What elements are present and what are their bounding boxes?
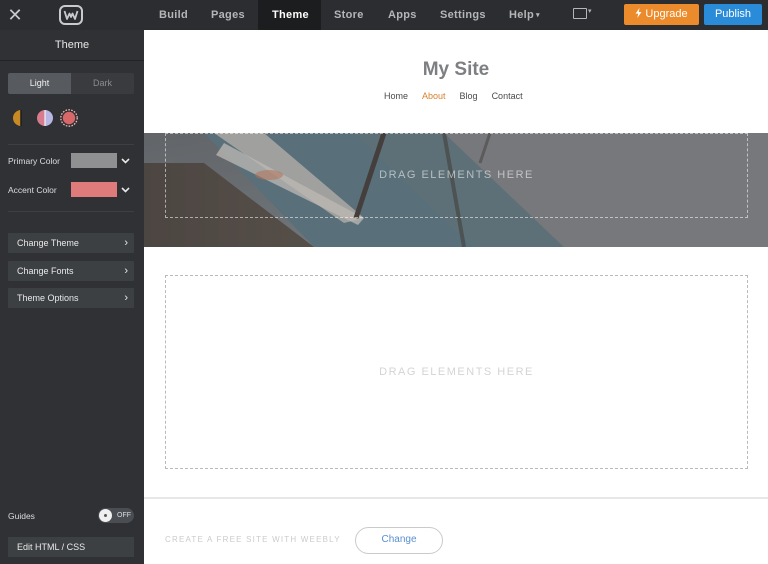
- guides-label: Guides: [8, 511, 35, 521]
- primary-color-select[interactable]: [71, 153, 134, 168]
- nav-theme[interactable]: Theme: [258, 0, 321, 30]
- theme-sidebar: Theme Light Dark Primary Color Accent Co…: [0, 30, 144, 564]
- change-fonts-label: Change Fonts: [17, 266, 74, 276]
- content-drop-text: DRAG ELEMENTS HERE: [379, 366, 534, 378]
- primary-color-chip: [71, 153, 117, 168]
- accent-color-label: Accent Color: [8, 185, 57, 195]
- site-title[interactable]: My Site: [144, 59, 768, 81]
- palette-swatch-coral[interactable]: [60, 109, 78, 127]
- dark-mode-button[interactable]: Dark: [71, 73, 134, 94]
- site-canvas: My Site Home About Blog Contact DRAG ELE…: [144, 30, 768, 564]
- upgrade-button[interactable]: Upgrade: [624, 4, 699, 25]
- nav-build[interactable]: Build: [146, 0, 198, 30]
- theme-options-label: Theme Options: [17, 293, 79, 303]
- nav-pages[interactable]: Pages: [198, 0, 258, 30]
- top-toolbar: ✕ Build Pages Theme Store Apps Settings …: [0, 0, 768, 30]
- nav-settings[interactable]: Settings: [430, 0, 500, 30]
- chevron-right-icon: ›: [124, 265, 128, 277]
- change-theme-label: Change Theme: [17, 238, 79, 248]
- site-nav-home[interactable]: Home: [384, 91, 408, 101]
- lightning-icon: [635, 8, 642, 18]
- theme-options-button[interactable]: Theme Options ›: [8, 288, 134, 308]
- accent-color-select[interactable]: [71, 182, 134, 197]
- footer-text: CREATE A FREE SITE WITH WEEBLY: [165, 535, 341, 544]
- guides-state: OFF: [117, 512, 131, 519]
- primary-color-label: Primary Color: [8, 156, 60, 166]
- main-nav: Build Pages Theme Store Apps Settings He…: [146, 0, 560, 30]
- chevron-down-icon: [117, 153, 134, 168]
- accent-color-chip: [71, 182, 117, 197]
- header-banner[interactable]: DRAG ELEMENTS HERE: [144, 133, 768, 247]
- palette-swatch-gold[interactable]: [12, 109, 30, 127]
- light-dark-toggle: Light Dark: [8, 73, 134, 94]
- change-theme-button[interactable]: Change Theme ›: [8, 233, 134, 253]
- change-fonts-button[interactable]: Change Fonts ›: [8, 261, 134, 281]
- chevron-down-icon: [117, 182, 134, 197]
- help-caret-icon: ▾: [536, 12, 540, 19]
- palette-swatches: [12, 109, 78, 127]
- close-icon[interactable]: ✕: [0, 0, 30, 30]
- desktop-preview-icon[interactable]: [573, 8, 587, 19]
- site-nav-blog[interactable]: Blog: [460, 91, 478, 101]
- upgrade-label: Upgrade: [645, 8, 688, 20]
- site-nav: Home About Blog Contact: [384, 91, 537, 101]
- weebly-logo-icon[interactable]: [58, 4, 84, 26]
- content-drop-zone[interactable]: DRAG ELEMENTS HERE: [165, 275, 748, 469]
- publish-button[interactable]: Publish: [704, 4, 762, 25]
- divider: [8, 144, 134, 145]
- palette-swatch-lilac[interactable]: [36, 109, 54, 127]
- site-nav-about[interactable]: About: [422, 91, 446, 101]
- toggle-knob: [99, 509, 112, 522]
- guides-toggle[interactable]: OFF: [98, 508, 134, 523]
- device-caret-icon[interactable]: ▾: [588, 7, 592, 15]
- banner-drop-zone[interactable]: DRAG ELEMENTS HERE: [165, 133, 748, 218]
- divider: [0, 60, 144, 61]
- nav-help-label: Help: [509, 9, 535, 21]
- edit-html-css-button[interactable]: Edit HTML / CSS: [8, 537, 134, 557]
- chevron-right-icon: ›: [124, 292, 128, 304]
- nav-help[interactable]: Help ▾: [500, 0, 560, 30]
- sidebar-title: Theme: [54, 39, 90, 51]
- footer-change-button[interactable]: Change: [355, 527, 443, 554]
- footer-divider: [144, 497, 768, 499]
- banner-drop-text: DRAG ELEMENTS HERE: [379, 169, 534, 181]
- nav-apps[interactable]: Apps: [376, 0, 430, 30]
- site-nav-contact[interactable]: Contact: [492, 91, 523, 101]
- nav-store[interactable]: Store: [321, 0, 376, 30]
- light-mode-button[interactable]: Light: [8, 73, 71, 94]
- divider: [8, 211, 134, 212]
- chevron-right-icon: ›: [124, 237, 128, 249]
